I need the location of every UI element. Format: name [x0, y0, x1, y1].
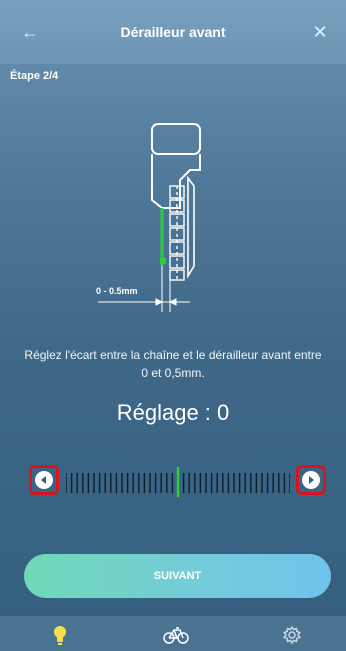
- tab-bike[interactable]: [156, 622, 196, 648]
- page-title: Dérailleur avant: [120, 24, 226, 40]
- tab-settings[interactable]: [272, 622, 312, 648]
- tab-tips[interactable]: [40, 622, 80, 648]
- derailleur-cage: [187, 175, 195, 279]
- step-indicator: Étape 2/4: [10, 70, 59, 82]
- close-icon: ✕: [312, 21, 328, 42]
- adjustment-slider[interactable]: [0, 455, 346, 515]
- tick-scale: [66, 467, 290, 497]
- caret-left-icon: [41, 476, 46, 484]
- gap-label: 0 - 0.5mm: [96, 286, 138, 296]
- bottom-tab-bar: [0, 616, 346, 651]
- header-bar: ← Dérailleur avant ✕: [0, 0, 346, 64]
- close-button[interactable]: ✕: [306, 18, 334, 46]
- gear-icon: [282, 625, 302, 645]
- derailleur-top: [151, 123, 201, 155]
- increase-button[interactable]: [296, 465, 326, 495]
- lightbulb-icon: [54, 626, 66, 645]
- next-button[interactable]: SUIVANT: [24, 554, 331, 598]
- setting-label: Réglage : 0: [116, 400, 230, 425]
- bicycle-icon: [163, 627, 189, 644]
- chain: [169, 185, 185, 281]
- caret-right-icon: [309, 476, 314, 484]
- instruction-text: Réglez l'écart entre la chaîne et le dér…: [24, 348, 322, 380]
- derailleur-diagram: 0 - 0.5mm: [96, 123, 201, 312]
- decrease-button[interactable]: [29, 465, 59, 495]
